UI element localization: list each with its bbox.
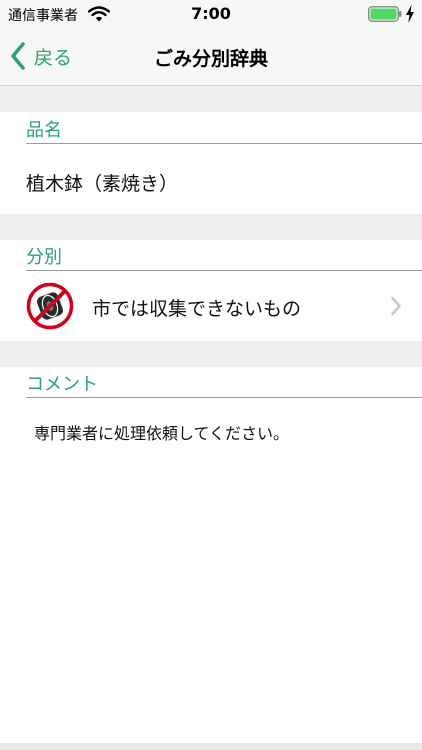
charging-bolt-icon: [406, 5, 414, 23]
section-gap: [0, 86, 422, 112]
category-header-label: 分別: [26, 247, 62, 268]
comment-text: 専門業者に処理依頼してください。: [34, 424, 290, 443]
no-tire-icon: [26, 282, 74, 330]
comment-header-label: コメント: [26, 374, 98, 395]
category-row[interactable]: 市では収集できないもの: [0, 272, 422, 340]
navigation-bar: 戻る ごみ分別辞典: [0, 28, 422, 86]
section-gap: [0, 341, 422, 367]
bottom-bar: [0, 743, 422, 750]
battery-icon: [368, 6, 402, 22]
comment-header: コメント: [26, 367, 422, 398]
item-name-header-label: 品名: [26, 120, 62, 141]
chevron-right-icon: [391, 296, 401, 316]
item-name-header: 品名: [26, 113, 422, 144]
status-time: 7:00: [191, 4, 231, 23]
status-bar: 通信事業者 7:00: [0, 0, 422, 28]
section-gap: [0, 214, 422, 240]
page-title: ごみ分別辞典: [153, 48, 268, 70]
category-header: 分別: [26, 240, 422, 271]
category-label: 市では収集できないもの: [92, 298, 302, 320]
item-name-value: 植木鉢（素焼き）: [26, 173, 179, 195]
